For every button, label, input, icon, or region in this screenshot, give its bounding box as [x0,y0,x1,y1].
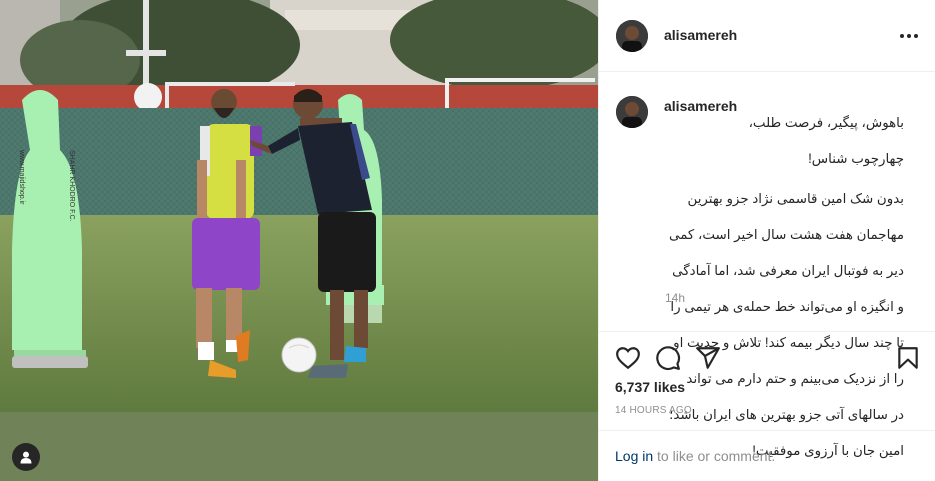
caption-line: و انگیزه او می‌تواند خط حمله‌ی هر تیمی ر… [670,299,904,314]
more-options-button[interactable] [897,26,921,46]
photo-illustration: www.majidshop.ir SHAHR KHODRO F.C. [0,0,598,481]
caption-line: باهوش، پیگیر، فرصت طلب، [748,115,904,130]
avatar-image [616,96,648,128]
mannequin-club-text: SHAHR KHODRO F.C. [68,150,75,222]
caption-line: در سالهای آتی جزو بهترین های ایران باشد؛ [669,407,904,422]
mannequin-website-text: www.majidshop.ir [18,149,25,205]
user-tag-icon [20,451,32,463]
login-prompt-text: to like or comment. [653,448,776,464]
caption-line: چهارچوب شناس! [808,151,904,166]
caption-section: alisamereh باهوش، پیگیر، فرصت طلب، چهارچ… [599,72,935,458]
login-prompt: Log in to like or comment. [599,430,935,481]
avatar-image [616,20,648,52]
caption-timestamp[interactable]: 14h [665,291,685,305]
action-bar [599,335,935,379]
caption-line: مهاجمان هفت هشت سال اخیر است، کمی [669,227,904,242]
heart-icon[interactable] [615,345,641,371]
post-date[interactable]: 14 HOURS AGO [615,405,692,416]
author-avatar[interactable] [616,20,648,52]
caption-text: باهوش، پیگیر، فرصت طلب، چهارچوب شناس! بد… [664,96,904,478]
comment-icon[interactable] [655,345,681,371]
post-header: alisamereh [599,0,935,72]
like-count[interactable]: 6,737 likes [615,379,685,395]
caption-line: بدون شک امین قاسمی نژاد جزو بهترین [687,191,905,206]
more-options-icon [900,34,904,38]
author-username[interactable]: alisamereh [664,27,737,43]
bookmark-icon[interactable] [895,345,921,371]
instagram-post: www.majidshop.ir SHAHR KHODRO F.C. alisa… [0,0,935,481]
user-tag-button[interactable] [12,443,40,471]
share-icon[interactable] [695,345,721,371]
post-photo[interactable]: www.majidshop.ir SHAHR KHODRO F.C. [0,0,598,481]
caption-line: دیر به فوتبال ایران معرفی شد، اما آمادگی [672,263,904,278]
post-sidebar: alisamereh alisamereh باهوش، پیگیر، فرصت… [598,0,935,481]
caption-avatar[interactable] [616,96,648,128]
login-link[interactable]: Log in [615,448,653,464]
